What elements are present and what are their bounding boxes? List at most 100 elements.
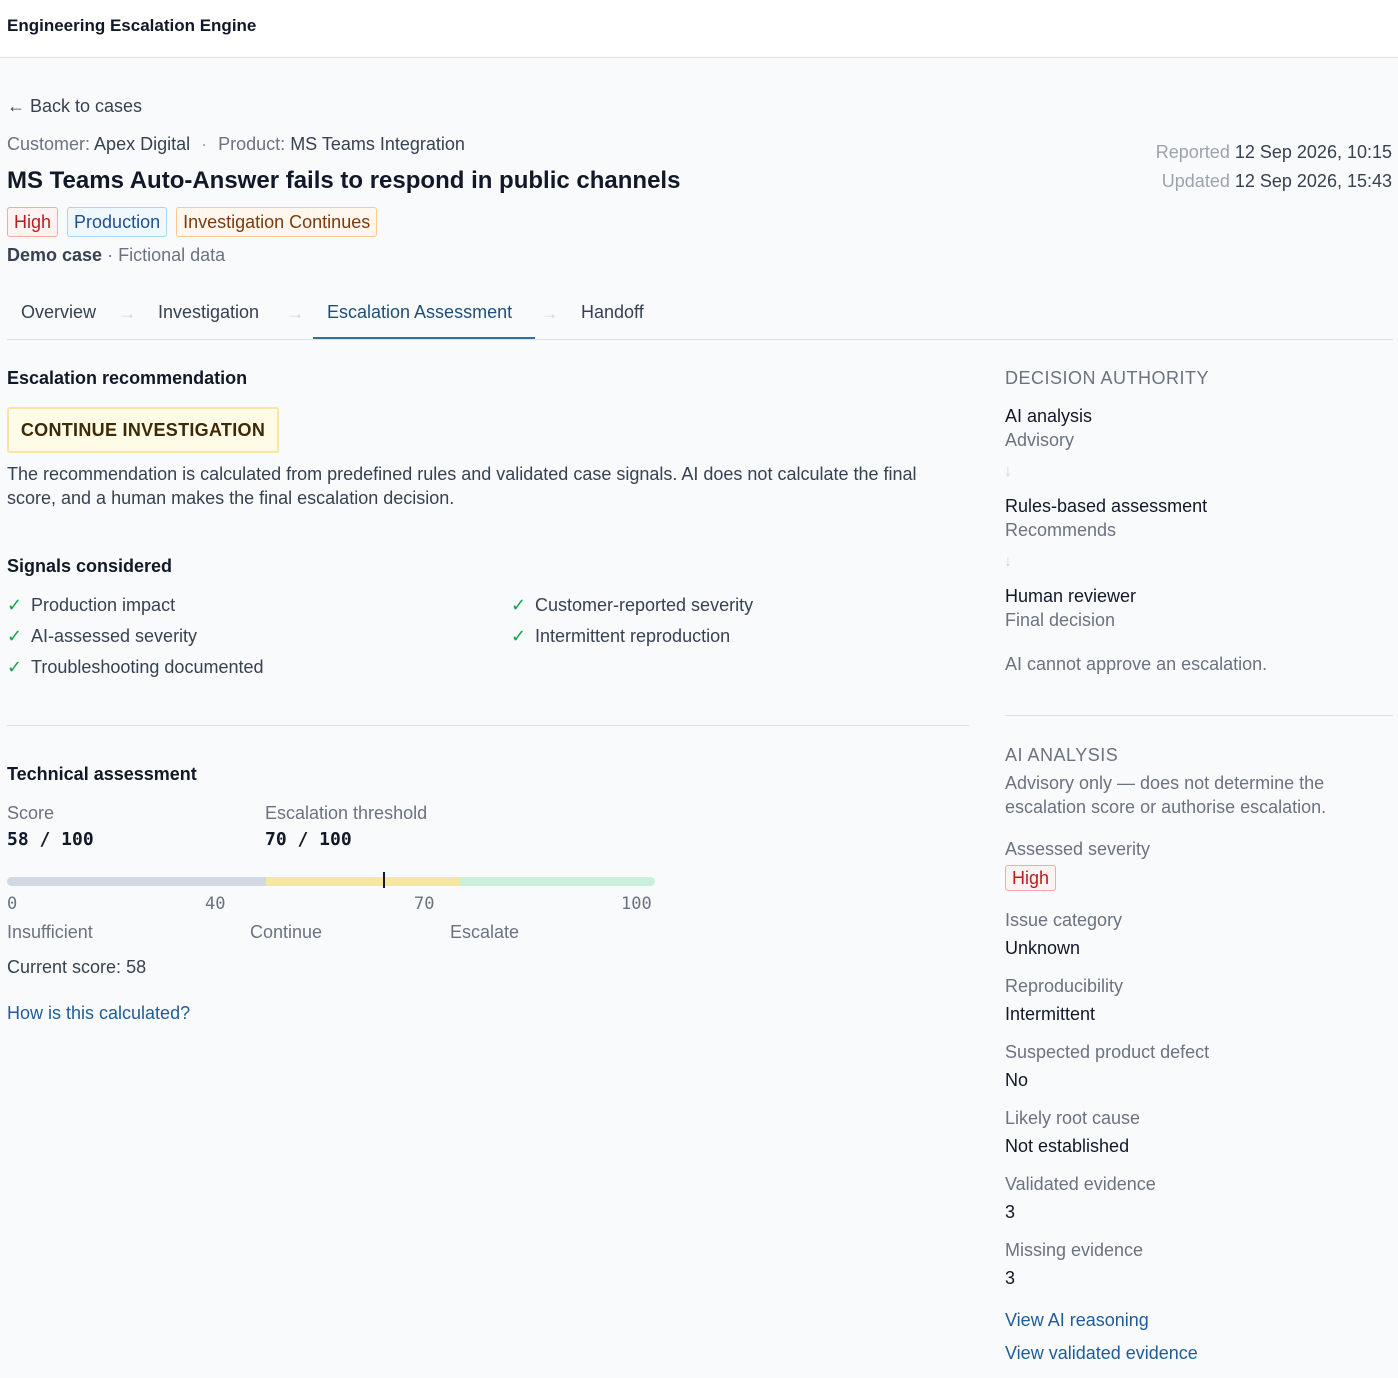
section-divider <box>1005 715 1393 716</box>
authority-note: AI cannot approve an escalation. <box>1005 654 1268 674</box>
product-name: MS Teams Integration <box>290 134 465 154</box>
current-score-label: Current score: <box>7 957 122 977</box>
signal-label: Intermittent reproduction <box>535 626 731 646</box>
scale-tick: 100 <box>621 894 652 914</box>
check-icon: ✓ <box>511 595 527 615</box>
field-label: Suspected product defect <box>1005 1042 1210 1062</box>
field-label: Issue category <box>1005 910 1123 930</box>
zone-label: Escalate <box>450 922 520 942</box>
check-icon: ✓ <box>7 657 23 677</box>
authority-step-title: AI analysis <box>1005 406 1093 426</box>
view-validated-evidence-link[interactable]: View validated evidence <box>1005 1343 1198 1364</box>
field-value: Not established <box>1005 1136 1130 1156</box>
demo-note-text: · Fictional data <box>107 245 226 265</box>
score-value: 58 / 100 <box>7 829 94 850</box>
field-label: Reproducibility <box>1005 976 1124 996</box>
field-value: 3 <box>1005 1268 1016 1288</box>
active-tab-indicator <box>313 337 535 339</box>
check-icon: ✓ <box>7 626 23 646</box>
product-label: Product: <box>218 134 286 154</box>
ai-analysis-note: escalation score or authorise escalation… <box>1005 797 1327 817</box>
scale-tick: 70 <box>414 894 435 914</box>
threshold-value: 70 / 100 <box>265 829 352 850</box>
signal-item: ✓ Customer-reported severity <box>511 595 753 616</box>
case-meta: Customer: Apex Digital · Product: MS Tea… <box>7 134 465 155</box>
customer-label: Customer: <box>7 134 91 154</box>
zone-label: Continue <box>250 922 323 942</box>
signal-item: ✓ Intermittent reproduction <box>511 626 730 647</box>
updated-label: Updated <box>1161 171 1230 191</box>
recommendation-verdict: CONTINUE INVESTIGATION <box>7 407 279 453</box>
field-label: Missing evidence <box>1005 1240 1144 1260</box>
scale-zone-continue <box>266 877 460 886</box>
top-bar: Engineering Escalation Engine <box>0 0 1398 58</box>
severity-badge: High <box>7 207 59 237</box>
tab-overview[interactable]: Overview <box>21 302 96 323</box>
assessed-severity: High <box>1005 865 1057 891</box>
reported-value: 12 Sep 2026, 10:15 <box>1234 142 1392 162</box>
customer-name: Apex Digital <box>94 134 191 154</box>
tab-handoff[interactable]: Handoff <box>581 302 644 323</box>
view-ai-reasoning-link[interactable]: View AI reasoning <box>1005 1310 1149 1331</box>
threshold-label: Escalation threshold <box>265 803 428 823</box>
field-label: Likely root cause <box>1005 1108 1141 1128</box>
demo-label: Demo case <box>7 245 103 265</box>
section-divider <box>7 725 969 726</box>
meta-separator: · <box>201 134 208 154</box>
tab-arrow-icon: → <box>119 304 136 323</box>
field-value: 3 <box>1005 1202 1016 1222</box>
status-badge: Investigation Continues <box>176 207 378 237</box>
field-label: Assessed severity <box>1005 839 1151 859</box>
signal-label: Customer-reported severity <box>535 595 754 615</box>
score-marker <box>383 872 385 888</box>
reported-row: Reported 12 Sep 2026, 10:15 <box>1156 138 1392 167</box>
updated-row: Updated 12 Sep 2026, 15:43 <box>1156 167 1392 196</box>
signal-label: Troubleshooting documented <box>31 657 264 677</box>
how-calculated-link[interactable]: How is this calculated? <box>7 1003 190 1024</box>
current-score: Current score: 58 <box>7 957 146 978</box>
tab-arrow-icon: → <box>287 304 304 323</box>
case-dates: Reported 12 Sep 2026, 10:15 Updated 12 S… <box>1156 138 1392 196</box>
tab-arrow-icon: → <box>541 304 558 323</box>
tab-bar: Overview → Investigation → Escalation As… <box>7 290 1393 340</box>
back-to-cases-link[interactable]: ← Back to cases <box>7 96 142 117</box>
score-label: Score <box>7 803 55 823</box>
recommendation-heading: Escalation recommendation <box>7 368 248 388</box>
scale-zone-escalate <box>460 877 655 886</box>
field-value: Unknown <box>1005 938 1081 958</box>
scale-zone-insufficient <box>7 877 266 886</box>
zone-label: Insufficient <box>7 922 93 942</box>
authority-step-role: Final decision <box>1005 610 1116 630</box>
tab-escalation-assessment[interactable]: Escalation Assessment <box>327 302 512 323</box>
authority-step-role: Recommends <box>1005 520 1117 540</box>
check-icon: ✓ <box>511 626 527 646</box>
app-title: Engineering Escalation Engine <box>7 16 257 35</box>
reported-label: Reported <box>1155 142 1230 162</box>
signal-item: ✓ Production impact <box>7 595 175 616</box>
recommendation-description: The recommendation is calculated from pr… <box>7 464 917 508</box>
arrow-down-icon: ↓ <box>1004 553 1012 570</box>
case-title: MS Teams Auto-Answer fails to respond in… <box>7 167 681 194</box>
demo-note: Demo case · Fictional data <box>7 245 225 266</box>
severity-badge: High <box>1005 865 1057 891</box>
signals-heading: Signals considered <box>7 556 173 576</box>
decision-authority-heading: DECISION AUTHORITY <box>1005 368 1210 388</box>
signal-item: ✓ Troubleshooting documented <box>7 657 264 678</box>
tab-investigation[interactable]: Investigation <box>158 302 259 323</box>
current-score-value: 58 <box>126 957 147 977</box>
check-icon: ✓ <box>7 595 23 615</box>
signal-label: AI-assessed severity <box>31 626 198 646</box>
authority-step-role: Advisory <box>1005 430 1075 450</box>
scale-tick: 40 <box>205 894 226 914</box>
authority-step-title: Human reviewer <box>1005 586 1137 606</box>
score-scale-bar <box>7 872 655 888</box>
field-label: Validated evidence <box>1005 1174 1156 1194</box>
technical-heading: Technical assessment <box>7 764 197 784</box>
arrow-down-icon: ↓ <box>1004 463 1012 480</box>
ai-analysis-heading: AI ANALYSIS <box>1005 745 1119 765</box>
case-badges: High Production Investigation Continues <box>7 207 378 237</box>
scale-tick: 0 <box>7 894 18 914</box>
ai-analysis-note: Advisory only — does not determine the <box>1005 773 1325 793</box>
environment-badge: Production <box>67 207 168 237</box>
field-value: No <box>1005 1070 1029 1090</box>
